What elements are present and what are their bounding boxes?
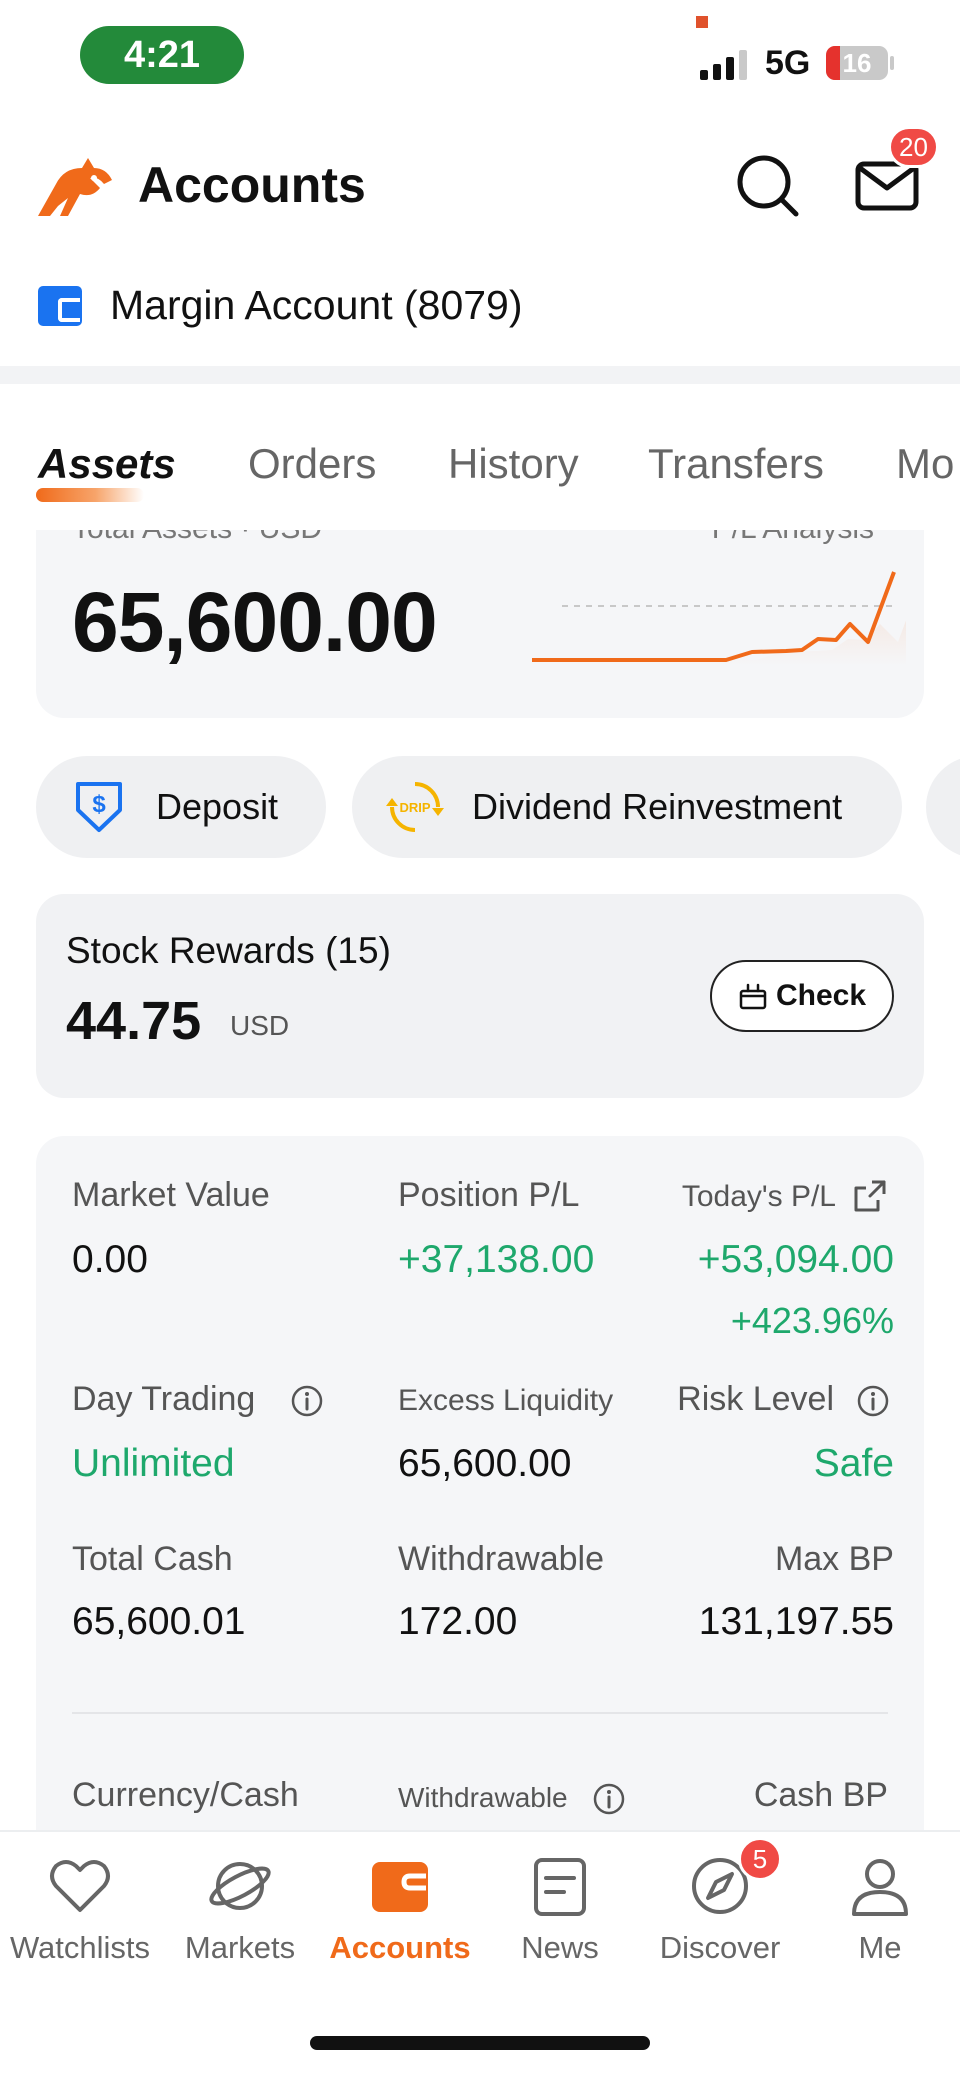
person-icon [852,1859,908,1916]
check-rewards-button[interactable]: Check [710,960,894,1032]
excess-liquidity-label: Excess Liquidity [398,1384,614,1417]
todays-pl-value: +53,094.00 [697,1238,894,1281]
dividend-reinvestment-label: Dividend Reinvestment [472,786,843,827]
check-label: Check [775,979,867,1012]
withdrawable-value: 172.00 [398,1600,518,1643]
discover-badge: 5 [738,1837,782,1881]
deposit-icon: $ [76,782,122,832]
account-icon [38,286,82,326]
recording-indicator [696,16,708,28]
network-type: 5G [765,44,811,82]
page-title: Accounts [138,157,366,213]
info-icon[interactable] [290,1384,324,1418]
info-icon[interactable] [856,1384,890,1418]
metrics-divider [72,1712,888,1714]
heart-icon [50,1860,110,1912]
planet-icon [209,1862,271,1910]
nav-accounts[interactable]: Accounts [320,1852,480,1992]
bull-logo-icon [38,158,112,216]
svg-text:$: $ [92,791,106,818]
section-divider [0,366,960,384]
position-pl-label: Position P/L [398,1176,580,1214]
battery-level: 16 [842,48,872,78]
signal-icon [700,50,747,80]
active-tab-indicator [36,488,144,502]
pl-analysis-link[interactable]: P/L Analysis [712,530,874,546]
excess-liquidity-value: 65,600.00 [398,1442,572,1485]
risk-level-value: Safe [813,1442,894,1485]
drip-icon: DRIP [386,782,444,832]
mail-badge: 20 [888,126,939,168]
tab-transfers[interactable]: Transfers [648,440,824,488]
stock-rewards-card: Stock Rewards (15) 44.75 USD Check [36,894,924,1098]
max-bp-value: 131,197.55 [698,1600,894,1643]
drip-icon-text: DRIP [399,800,430,815]
market-value-label: Market Value [72,1176,270,1214]
quick-actions: $ Deposit DRIP Dividend Reinvestment [0,756,960,860]
total-assets-label: Total Assets · USD [72,530,322,546]
home-indicator[interactable] [310,2036,650,2050]
total-cash-label: Total Cash [72,1540,233,1578]
market-value: 0.00 [72,1238,148,1281]
day-trading-label: Day Trading [72,1380,256,1418]
account-selector[interactable]: Margin Account (8079) [0,262,960,362]
total-cash-value: 65,600.01 [72,1600,246,1643]
share-icon[interactable] [850,1176,890,1216]
info-icon[interactable] [592,1782,626,1816]
tab-history[interactable]: History [448,440,579,488]
todays-pl-percent: +423.96% [730,1300,894,1341]
max-bp-label: Max BP [774,1540,894,1578]
currency-cash-label: Currency/Cash [72,1776,299,1814]
deposit-button[interactable]: $ Deposit [36,756,326,858]
total-assets-value: 65,600.00 [72,575,438,669]
news-icon [534,1858,586,1916]
nav-label: Markets [184,1930,296,1965]
more-actions-chip[interactable] [926,756,960,858]
total-assets-card[interactable]: Total Assets · USD P/L Analysis 65,600.0… [36,530,924,718]
assets-content: Total Assets · USD P/L Analysis 65,600.0… [0,530,960,1830]
status-bar: 4:21 5G 16 [0,0,960,110]
search-icon[interactable] [732,150,802,220]
deposit-label: Deposit [156,786,279,827]
day-trading-value: Unlimited [72,1442,235,1485]
stock-rewards-amount: 44.75 [66,991,202,1051]
account-metrics-card: Market Value 0.00 Position P/L +37,138.0… [36,1136,924,1830]
wallet-icon [372,1862,428,1912]
stock-rewards-currency: USD [230,1010,290,1041]
nav-me[interactable]: Me [800,1852,960,1992]
battery-icon: 16 [826,46,888,80]
todays-pl-label: Today's P/L [681,1180,836,1213]
account-label: Margin Account (8079) [110,282,523,328]
gift-icon [739,983,767,1010]
withdrawable-2-label: Withdrawable [398,1782,568,1813]
stock-rewards-title: Stock Rewards (15) [66,930,391,971]
risk-level-label: Risk Level [677,1380,834,1418]
withdrawable-label: Withdrawable [398,1540,604,1578]
cash-bp-label: Cash BP [753,1776,888,1814]
app-header: Accounts [0,110,960,260]
nav-news[interactable]: News [480,1852,640,1992]
tab-assets[interactable]: Assets [38,440,176,488]
tab-more[interactable]: Mo [896,440,954,488]
nav-label: News [521,1930,599,1965]
nav-label: Accounts [329,1930,471,1965]
nav-label: Me [858,1930,902,1965]
nav-label: Watchlists [9,1930,151,1965]
nav-label: Discover [659,1930,781,1965]
nav-watchlists[interactable]: Watchlists [0,1852,160,1992]
assets-sparkline [532,571,906,666]
nav-markets[interactable]: Markets [160,1852,320,1992]
account-tabs: Assets Orders History Transfers Mo [0,440,960,530]
position-pl-value: +37,138.00 [398,1238,595,1281]
dividend-reinvestment-button[interactable]: DRIP Dividend Reinvestment [352,756,902,858]
status-time: 4:21 [80,26,244,84]
tab-orders[interactable]: Orders [248,440,376,488]
